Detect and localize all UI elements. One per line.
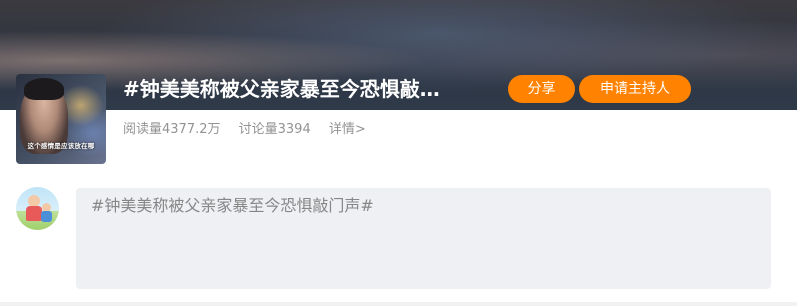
section-divider bbox=[0, 302, 797, 306]
topic-cover-image[interactable]: 这个感情是应该放在哪 bbox=[16, 74, 106, 164]
user-avatar[interactable] bbox=[16, 187, 59, 230]
read-count: 阅读量4377.2万 bbox=[123, 122, 221, 137]
discussion-count: 讨论量3394 bbox=[238, 122, 311, 137]
post-composer-input[interactable]: #钟美美称被父亲家暴至今恐惧敲门声# bbox=[76, 188, 771, 289]
share-button[interactable]: 分享 bbox=[508, 75, 575, 103]
cover-person-hair bbox=[24, 78, 64, 100]
cover-caption: 这个感情是应该放在哪 bbox=[27, 142, 95, 150]
topic-title: #钟美美称被父亲家暴至今恐惧敲… bbox=[123, 77, 440, 101]
avatar-figure-body bbox=[26, 206, 42, 221]
topic-stats: 阅读量4377.2万 讨论量3394 详情> bbox=[123, 118, 380, 137]
apply-host-button[interactable]: 申请主持人 bbox=[579, 75, 691, 103]
details-link[interactable]: 详情> bbox=[329, 122, 366, 137]
avatar-figure2-body bbox=[41, 211, 52, 222]
